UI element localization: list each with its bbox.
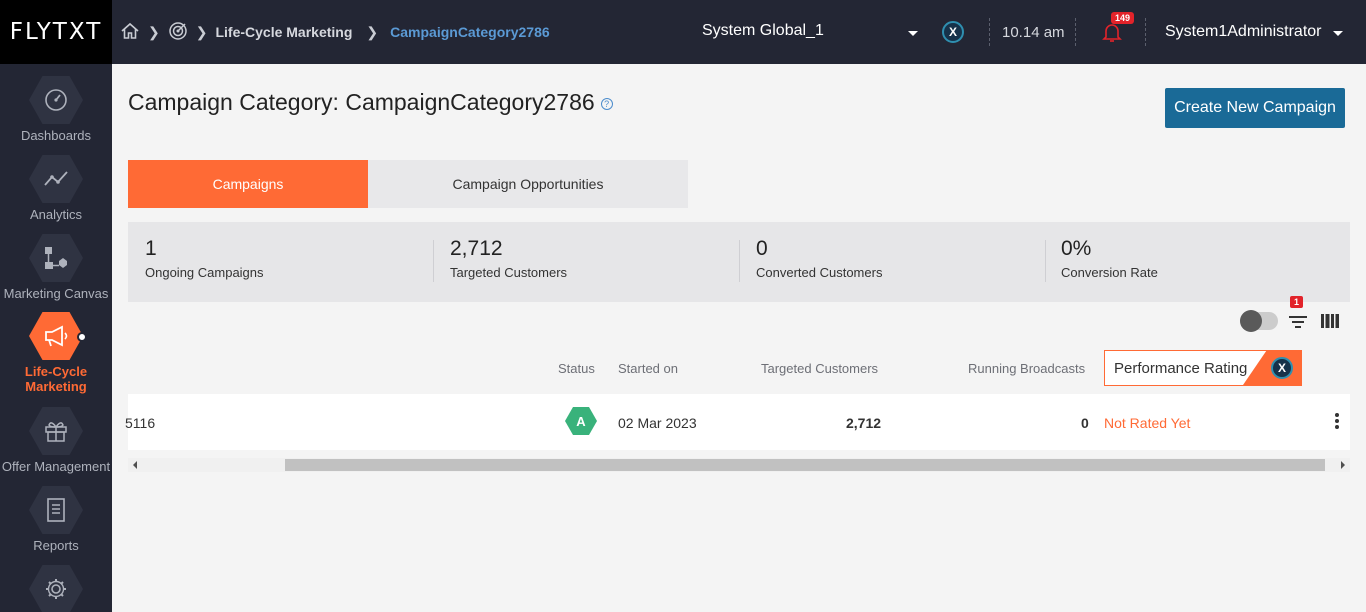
column-header-label: Performance Rating: [1114, 360, 1248, 377]
page-title-text: Campaign Category: CampaignCategory2786: [128, 89, 595, 115]
chevron-right-icon: ❯: [148, 23, 160, 40]
user-menu[interactable]: System1Administrator: [1165, 23, 1322, 41]
stats-panel: 1 Ongoing Campaigns 2,712 Targeted Custo…: [128, 222, 1350, 302]
breadcrumb: ❯ ❯ Life-Cycle Marketing ❯ CampaignCateg…: [120, 20, 550, 44]
x-logo-icon: X: [1271, 357, 1293, 379]
table-row[interactable]: 5116 A 02 Mar 2023 2,712 0 Not Rated Yet: [125, 394, 1350, 450]
stat-converted-customers: 0 Converted Customers: [756, 237, 1056, 280]
current-time: 10.14 am: [1002, 24, 1065, 41]
sidebar-item-analytics[interactable]: Analytics: [0, 155, 112, 222]
sidebar-item-settings[interactable]: [0, 565, 112, 612]
column-header-performance-rating[interactable]: Performance Rating X: [1104, 350, 1302, 386]
sidebar-item-label: Reports: [33, 538, 79, 553]
divider: [1145, 18, 1146, 46]
more-options-icon[interactable]: [1334, 413, 1340, 431]
sidebar-item-dashboards[interactable]: Dashboards: [0, 76, 112, 143]
scroll-right-arrow[interactable]: [1341, 461, 1345, 469]
stat-label: Targeted Customers: [450, 265, 568, 280]
gauge-icon: [29, 76, 83, 124]
top-bar: FLYTXT ❯ ❯ Life-Cycle Marketing ❯ Campai…: [0, 0, 1366, 64]
stat-value: 2,712: [450, 237, 503, 260]
stat-ongoing-campaigns: 1 Ongoing Campaigns: [145, 237, 445, 280]
divider: [1045, 240, 1046, 282]
stat-value: 1: [145, 237, 157, 260]
sidebar-item-lifecycle-marketing[interactable]: Life-Cycle Marketing: [0, 312, 112, 394]
column-header-started-on[interactable]: Started on: [618, 361, 678, 376]
column-header-running-broadcasts[interactable]: Running Broadcasts: [968, 361, 1085, 376]
create-new-campaign-button[interactable]: Create New Campaign: [1165, 88, 1345, 128]
megaphone-icon: [29, 312, 83, 360]
status-badge: A: [565, 407, 597, 435]
breadcrumb-current: CampaignCategory2786: [390, 24, 550, 40]
sidebar: Dashboards Analytics Marketing Canvas Li…: [0, 64, 112, 612]
performance-rating-cell[interactable]: Not Rated Yet: [1104, 415, 1190, 431]
caret-down-icon: [908, 31, 918, 36]
notification-badge: 149: [1111, 12, 1135, 24]
divider: [989, 18, 990, 46]
started-on-cell: 02 Mar 2023: [618, 415, 697, 431]
gear-icon: [29, 565, 83, 612]
active-indicator: [77, 332, 87, 342]
horizontal-scrollbar[interactable]: [128, 458, 1350, 472]
running-broadcasts-cell: 0: [1081, 415, 1089, 431]
divider: [1075, 18, 1076, 46]
org-selector[interactable]: System Global_1: [702, 22, 918, 44]
column-header-targeted-customers[interactable]: Targeted Customers: [761, 361, 878, 376]
sidebar-item-label: Life-Cycle Marketing: [24, 364, 88, 394]
chevron-right-icon: ❯: [366, 23, 379, 40]
sidebar-item-label: Dashboards: [20, 128, 92, 143]
flytxt-logo[interactable]: FLYTXT: [0, 0, 112, 64]
filter-count-badge: 1: [1290, 296, 1303, 308]
targeted-customers-cell: 2,712: [846, 415, 882, 431]
gift-icon: [29, 407, 83, 455]
campaign-name-cell[interactable]: 5116: [125, 415, 155, 431]
stat-label: Conversion Rate: [1061, 265, 1158, 280]
target-icon[interactable]: [168, 21, 188, 44]
stat-label: Ongoing Campaigns: [145, 265, 264, 280]
view-toggle[interactable]: [1240, 310, 1278, 332]
divider: [433, 240, 434, 282]
stat-targeted-customers: 2,712 Targeted Customers: [450, 237, 750, 280]
stat-conversion-rate: 0% Conversion Rate: [1061, 237, 1361, 280]
toggle-knob: [1240, 310, 1262, 332]
sidebar-item-reports[interactable]: Reports: [0, 486, 112, 553]
tab-bar: Campaigns Campaign Opportunities: [128, 160, 688, 208]
tab-campaign-opportunities[interactable]: Campaign Opportunities: [368, 160, 688, 208]
chevron-right-icon: ❯: [195, 23, 208, 40]
columns-icon[interactable]: [1321, 314, 1339, 328]
line-chart-icon: [29, 155, 83, 203]
sidebar-item-marketing-canvas[interactable]: Marketing Canvas: [0, 234, 112, 301]
stat-value: 0%: [1061, 237, 1092, 260]
stat-value: 0: [756, 237, 768, 260]
stat-label: Converted Customers: [756, 265, 883, 280]
tab-campaigns[interactable]: Campaigns: [128, 160, 368, 208]
report-icon: [29, 486, 83, 534]
home-icon[interactable]: [120, 21, 140, 44]
x-logo-icon[interactable]: X: [942, 21, 964, 43]
page-title: Campaign Category: CampaignCategory2786?: [128, 89, 613, 116]
sidebar-item-label: Analytics: [29, 207, 83, 222]
breadcrumb-lifecycle-link[interactable]: Life-Cycle Marketing: [215, 24, 352, 40]
scrollbar-thumb[interactable]: [285, 459, 1325, 471]
filter-icon[interactable]: [1288, 313, 1308, 331]
divider: [739, 240, 740, 282]
column-header-status[interactable]: Status: [558, 361, 595, 376]
help-icon[interactable]: ?: [600, 97, 613, 110]
caret-down-icon[interactable]: [1333, 31, 1343, 36]
sidebar-item-label: Marketing Canvas: [3, 286, 109, 301]
sidebar-item-label: Offer Management: [1, 459, 111, 474]
scroll-left-arrow[interactable]: [133, 461, 137, 469]
flow-icon: [29, 234, 83, 282]
org-selector-label: System Global_1: [702, 22, 824, 39]
sidebar-item-offer-management[interactable]: Offer Management: [0, 407, 112, 474]
